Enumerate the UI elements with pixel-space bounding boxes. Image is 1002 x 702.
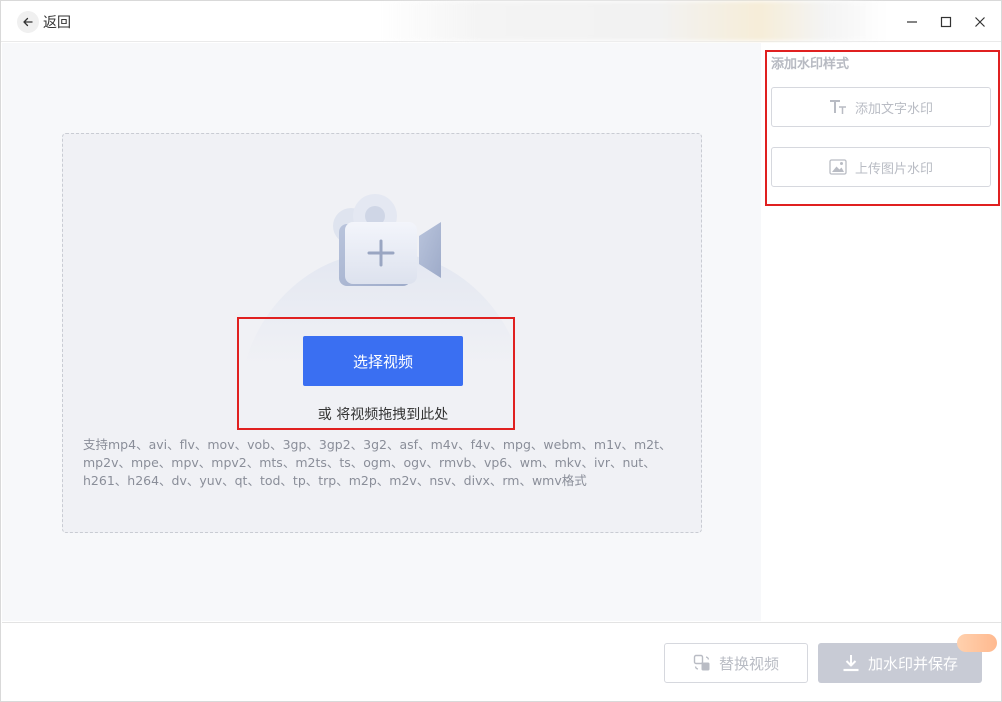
add-watermark-save-label: 加水印并保存 — [867, 654, 958, 673]
title-bar: 返回 — [1, 1, 1001, 42]
replace-video-label: 替换视频 — [718, 654, 779, 673]
main-area: 选择视频 或 将视频拖拽到此处 支持mp4、avi、flv、mov、vob、3g… — [2, 43, 761, 621]
replace-video-button[interactable]: 替换视频 — [664, 643, 808, 683]
minimize-button[interactable] — [899, 9, 925, 35]
app-window: 返回 选择视频 或 将视频拖拽到此处 支持mp4、avi、flv、mov、vob… — [0, 0, 1002, 702]
add-video-camera-icon — [333, 194, 441, 286]
highlight-box-select — [237, 317, 515, 430]
arrow-left-icon — [17, 11, 39, 33]
download-icon — [842, 654, 860, 672]
close-button[interactable] — [967, 9, 993, 35]
title-background-blur — [377, 1, 887, 41]
promo-badge — [957, 634, 997, 652]
video-drop-zone[interactable]: 选择视频 或 将视频拖拽到此处 支持mp4、avi、flv、mov、vob、3g… — [62, 133, 702, 533]
maximize-button[interactable] — [933, 9, 959, 35]
highlight-box-watermark — [765, 50, 1000, 206]
back-button[interactable]: 返回 — [17, 10, 71, 34]
supported-formats-text: 支持mp4、avi、flv、mov、vob、3gp、3gp2、3g2、asf、m… — [83, 437, 672, 488]
watermark-sidebar: 添加水印样式 添加文字水印 上传图片水印 — [761, 43, 1001, 621]
replace-icon — [693, 654, 711, 672]
back-label: 返回 — [43, 15, 71, 31]
footer-bar: 替换视频 加水印并保存 — [2, 622, 1001, 701]
add-watermark-save-button[interactable]: 加水印并保存 — [818, 643, 982, 683]
